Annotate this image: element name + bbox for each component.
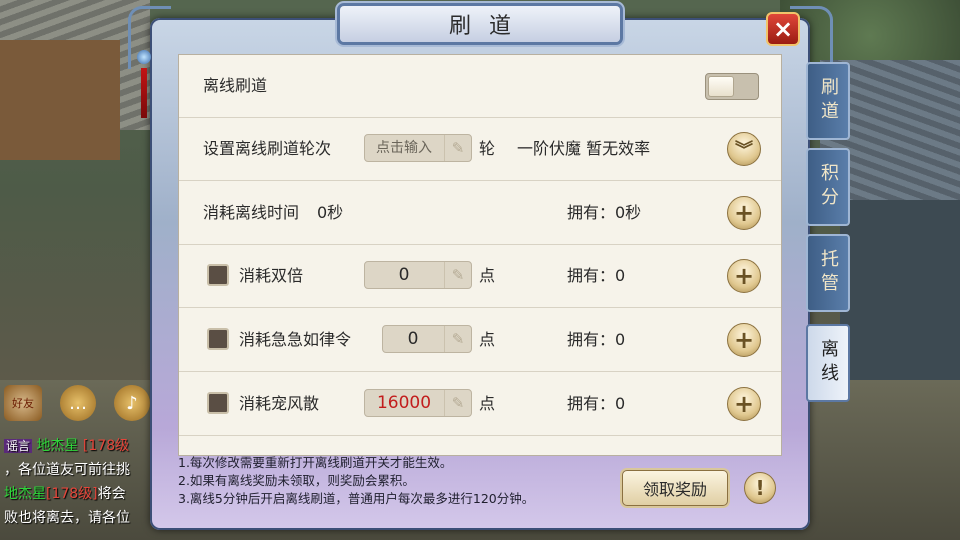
pet-row: 消耗宠风散 16000 ✎ 点 拥有：0 + (179, 373, 781, 436)
add-time-button[interactable]: + (727, 196, 761, 230)
friend-button[interactable]: 好友 (4, 385, 42, 421)
rounds-info: 一阶伏魔 暂无效率 (517, 139, 651, 158)
urgent-row: 消耗急急如律令 0 ✎ 点 拥有：0 + (179, 309, 781, 372)
background-house-right (840, 200, 960, 400)
chat-log: 谣言 地杰星 [178级 ，各位道友可前往挑 地杰星[178级]将会 败也将离去… (4, 434, 154, 530)
tab-grind[interactable]: 刷道 (806, 62, 850, 140)
chat-bubble-icon[interactable]: … (60, 385, 96, 421)
note-line-2: 2.如果有离线奖励未领取，则奖励会累积。 (178, 473, 415, 488)
pet-unit: 点 (479, 394, 496, 413)
double-unit: 点 (479, 266, 496, 285)
close-icon: × (772, 15, 794, 43)
urgent-unit: 点 (479, 330, 496, 349)
note-line-3: 3.离线5分钟后开启离线刷道，普通用户每次最多进行120分钟。 (178, 491, 535, 506)
chat-player-name[interactable]: 地杰星 (36, 438, 78, 454)
offline-label: 离线刷道 (203, 76, 268, 95)
chat-line: ，各位道友可前往挑 (4, 462, 130, 478)
settings-list[interactable]: 离线刷道 设置离线刷道轮次 点击输入 ✎ 轮 一阶伏魔 暂无效率 ︾ 消耗离线时… (178, 54, 782, 456)
chevron-down-icon[interactable]: ︾ (727, 132, 761, 166)
double-label: 消耗双倍 (239, 266, 304, 285)
chat-line: 谣言 地杰星 [178级 (4, 434, 154, 458)
double-row: 消耗双倍 0 ✎ 点 拥有：0 + (179, 245, 781, 308)
tab-offline[interactable]: 离线 (806, 324, 850, 402)
time-label: 消耗离线时间 (203, 203, 300, 222)
friend-label: 好友 (12, 397, 34, 410)
rounds-input-placeholder: 点击输入 (376, 140, 432, 156)
rounds-unit: 轮 (479, 139, 496, 158)
add-double-button[interactable]: + (727, 259, 761, 293)
time-value: 0秒 (317, 203, 344, 222)
chat-player-level: [178级 (82, 438, 130, 454)
double-input[interactable]: 0 ✎ (364, 261, 472, 289)
offline-time-row: 消耗离线时间 0秒 拥有：0秒 + (179, 182, 781, 245)
double-owned: 拥有：0 (567, 266, 626, 285)
plus-icon: + (733, 199, 755, 227)
tab-hosting[interactable]: 托管 (806, 234, 850, 312)
double-input-value: 0 (398, 265, 410, 285)
chat-line: 败也将离去，请各位 (4, 510, 130, 526)
claim-reward-button[interactable]: 领取奖励 (622, 470, 728, 506)
chat-line: 地杰星[178级]将会 (4, 482, 154, 506)
rounds-label: 设置离线刷道轮次 (203, 139, 332, 158)
offline-toggle-row: 离线刷道 (179, 55, 781, 118)
tab-points[interactable]: 积分 (806, 148, 850, 226)
pet-checkbox[interactable] (207, 392, 229, 414)
note-line-1: 1.每次修改需要重新打开离线刷道开关才能生效。 (178, 455, 453, 470)
pendant-gem (137, 50, 151, 64)
add-urgent-button[interactable]: + (727, 323, 761, 357)
chat-player-name[interactable]: 地杰星 (4, 486, 46, 502)
pet-input-value: 16000 (376, 393, 432, 413)
info-icon[interactable]: ! (744, 472, 776, 504)
rounds-input[interactable]: 点击输入 ✎ (364, 134, 472, 162)
chat-player-level: [178级] (46, 486, 98, 502)
close-button[interactable]: × (766, 12, 800, 46)
toggle-knob (708, 76, 734, 97)
offline-toggle[interactable] (705, 73, 759, 100)
urgent-input-value: 0 (407, 329, 419, 349)
plus-icon: + (733, 390, 755, 418)
edit-pencil-icon: ✎ (444, 135, 471, 161)
edit-pencil-icon: ✎ (444, 262, 471, 288)
urgent-label: 消耗急急如律令 (239, 330, 352, 349)
pendant-tassel (141, 68, 147, 118)
chat-quick-icons: 好友 … ♪ (4, 385, 150, 421)
pet-input[interactable]: 16000 ✎ (364, 389, 472, 417)
edit-pencil-icon: ✎ (444, 390, 471, 416)
notes: 1.每次修改需要重新打开离线刷道开关才能生效。 2.如果有离线奖励未领取，则奖励… (178, 454, 638, 508)
urgent-checkbox[interactable] (207, 328, 229, 350)
plus-icon: + (733, 262, 755, 290)
double-checkbox[interactable] (207, 264, 229, 286)
pet-label: 消耗宠风散 (239, 394, 320, 413)
rounds-row: 设置离线刷道轮次 点击输入 ✎ 轮 一阶伏魔 暂无效率 ︾ (179, 118, 781, 181)
urgent-owned: 拥有：0 (567, 330, 626, 349)
edit-pencil-icon: ✎ (444, 326, 471, 352)
chat-tag-rumor: 谣言 (4, 439, 33, 453)
time-owned: 拥有：0秒 (567, 203, 642, 222)
pet-owned: 拥有：0 (567, 394, 626, 413)
plus-icon: + (733, 326, 755, 354)
urgent-input[interactable]: 0 ✎ (382, 325, 472, 353)
background-wall-left (0, 40, 120, 160)
jade-pendant-decoration (136, 50, 152, 130)
add-pet-button[interactable]: + (727, 387, 761, 421)
chat-text: 将会 (97, 486, 126, 502)
microphone-icon[interactable]: ♪ (114, 385, 150, 421)
panel-title: 刷道 (340, 6, 620, 42)
